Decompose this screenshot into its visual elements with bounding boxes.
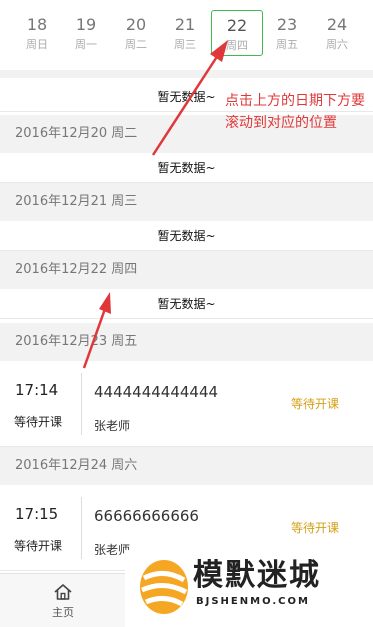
watermark-logo-icon (140, 560, 188, 614)
empty-row: 暂无数据~ (0, 153, 373, 183)
course-code: 4444444444444 (94, 383, 219, 401)
course-status: 等待开课 (291, 521, 340, 535)
empty-text: 暂无数据~ (157, 229, 216, 243)
date-weekday: 周一 (75, 38, 97, 51)
tab-home[interactable]: 主页 (37, 580, 89, 624)
date-item-24[interactable]: 24 周六 (313, 10, 361, 56)
section-gap (0, 70, 373, 78)
course-time: 17:14 (15, 381, 59, 399)
empty-text: 暂无数据~ (157, 297, 216, 311)
date-weekday: 周六 (326, 38, 348, 51)
date-number: 23 (276, 15, 298, 34)
date-item-21[interactable]: 21 周三 (161, 10, 209, 56)
watermark-subtitle: BJSHENMO.COM (196, 596, 310, 607)
empty-text: 暂无数据~ (157, 161, 216, 175)
course-card[interactable]: 17:14 等待开课 4444444444444 张老师 等待开课 (0, 361, 373, 447)
date-header-1221: 2016年12月21 周三 (0, 183, 373, 221)
date-number: 24 (326, 15, 348, 34)
date-header-text: 2016年12月21 周三 (15, 194, 138, 209)
date-weekday: 周二 (125, 38, 147, 51)
date-weekday: 周五 (276, 38, 298, 51)
date-number: 22 (226, 16, 248, 35)
empty-row: 暂无数据~ (0, 221, 373, 251)
empty-row: 暂无数据~ (0, 289, 373, 319)
course-code: 66666666666 (94, 507, 199, 525)
date-item-18[interactable]: 18 周日 (13, 10, 61, 56)
watermark-title: 模默迷城 (193, 558, 321, 593)
course-divider (81, 497, 82, 559)
date-header-text: 2016年12月20 周二 (15, 126, 138, 141)
date-number: 19 (75, 15, 97, 34)
date-item-23[interactable]: 23 周五 (263, 10, 311, 56)
date-header-text: 2016年12月22 周四 (15, 262, 138, 277)
date-number: 21 (174, 15, 196, 34)
watermark: 模默迷城 BJSHENMO.COM (125, 550, 373, 627)
date-item-22-selected[interactable]: 22 周四 (211, 10, 263, 56)
date-header-text: 2016年12月23 周五 (15, 334, 138, 349)
annotation-note: 点击上方的日期下方要滚动到对应的位置 (225, 93, 365, 131)
course-status: 等待开课 (291, 397, 340, 411)
empty-text: 暂无数据~ (157, 90, 216, 104)
home-icon (54, 584, 72, 600)
date-header-1224: 2016年12月24 周六 (0, 447, 373, 485)
course-teacher: 张老师 (94, 419, 131, 433)
date-header-text: 2016年12月24 周六 (15, 458, 138, 473)
date-number: 18 (26, 15, 48, 34)
date-item-20[interactable]: 20 周二 (112, 10, 160, 56)
date-weekday: 周三 (174, 38, 196, 51)
course-state: 等待开课 (14, 539, 63, 553)
date-selector-bar: 18 周日 19 周一 20 周二 21 周三 22 周四 23 周五 24 周… (0, 0, 373, 70)
date-item-19[interactable]: 19 周一 (62, 10, 110, 56)
date-number: 20 (125, 15, 147, 34)
course-time: 17:15 (15, 505, 59, 523)
date-weekday: 周四 (226, 39, 248, 52)
course-divider (81, 373, 82, 435)
date-header-1223: 2016年12月23 周五 (0, 323, 373, 361)
tab-home-label: 主页 (52, 606, 74, 619)
date-header-1222: 2016年12月22 周四 (0, 251, 373, 289)
date-weekday: 周日 (26, 38, 48, 51)
course-state: 等待开课 (14, 415, 63, 429)
